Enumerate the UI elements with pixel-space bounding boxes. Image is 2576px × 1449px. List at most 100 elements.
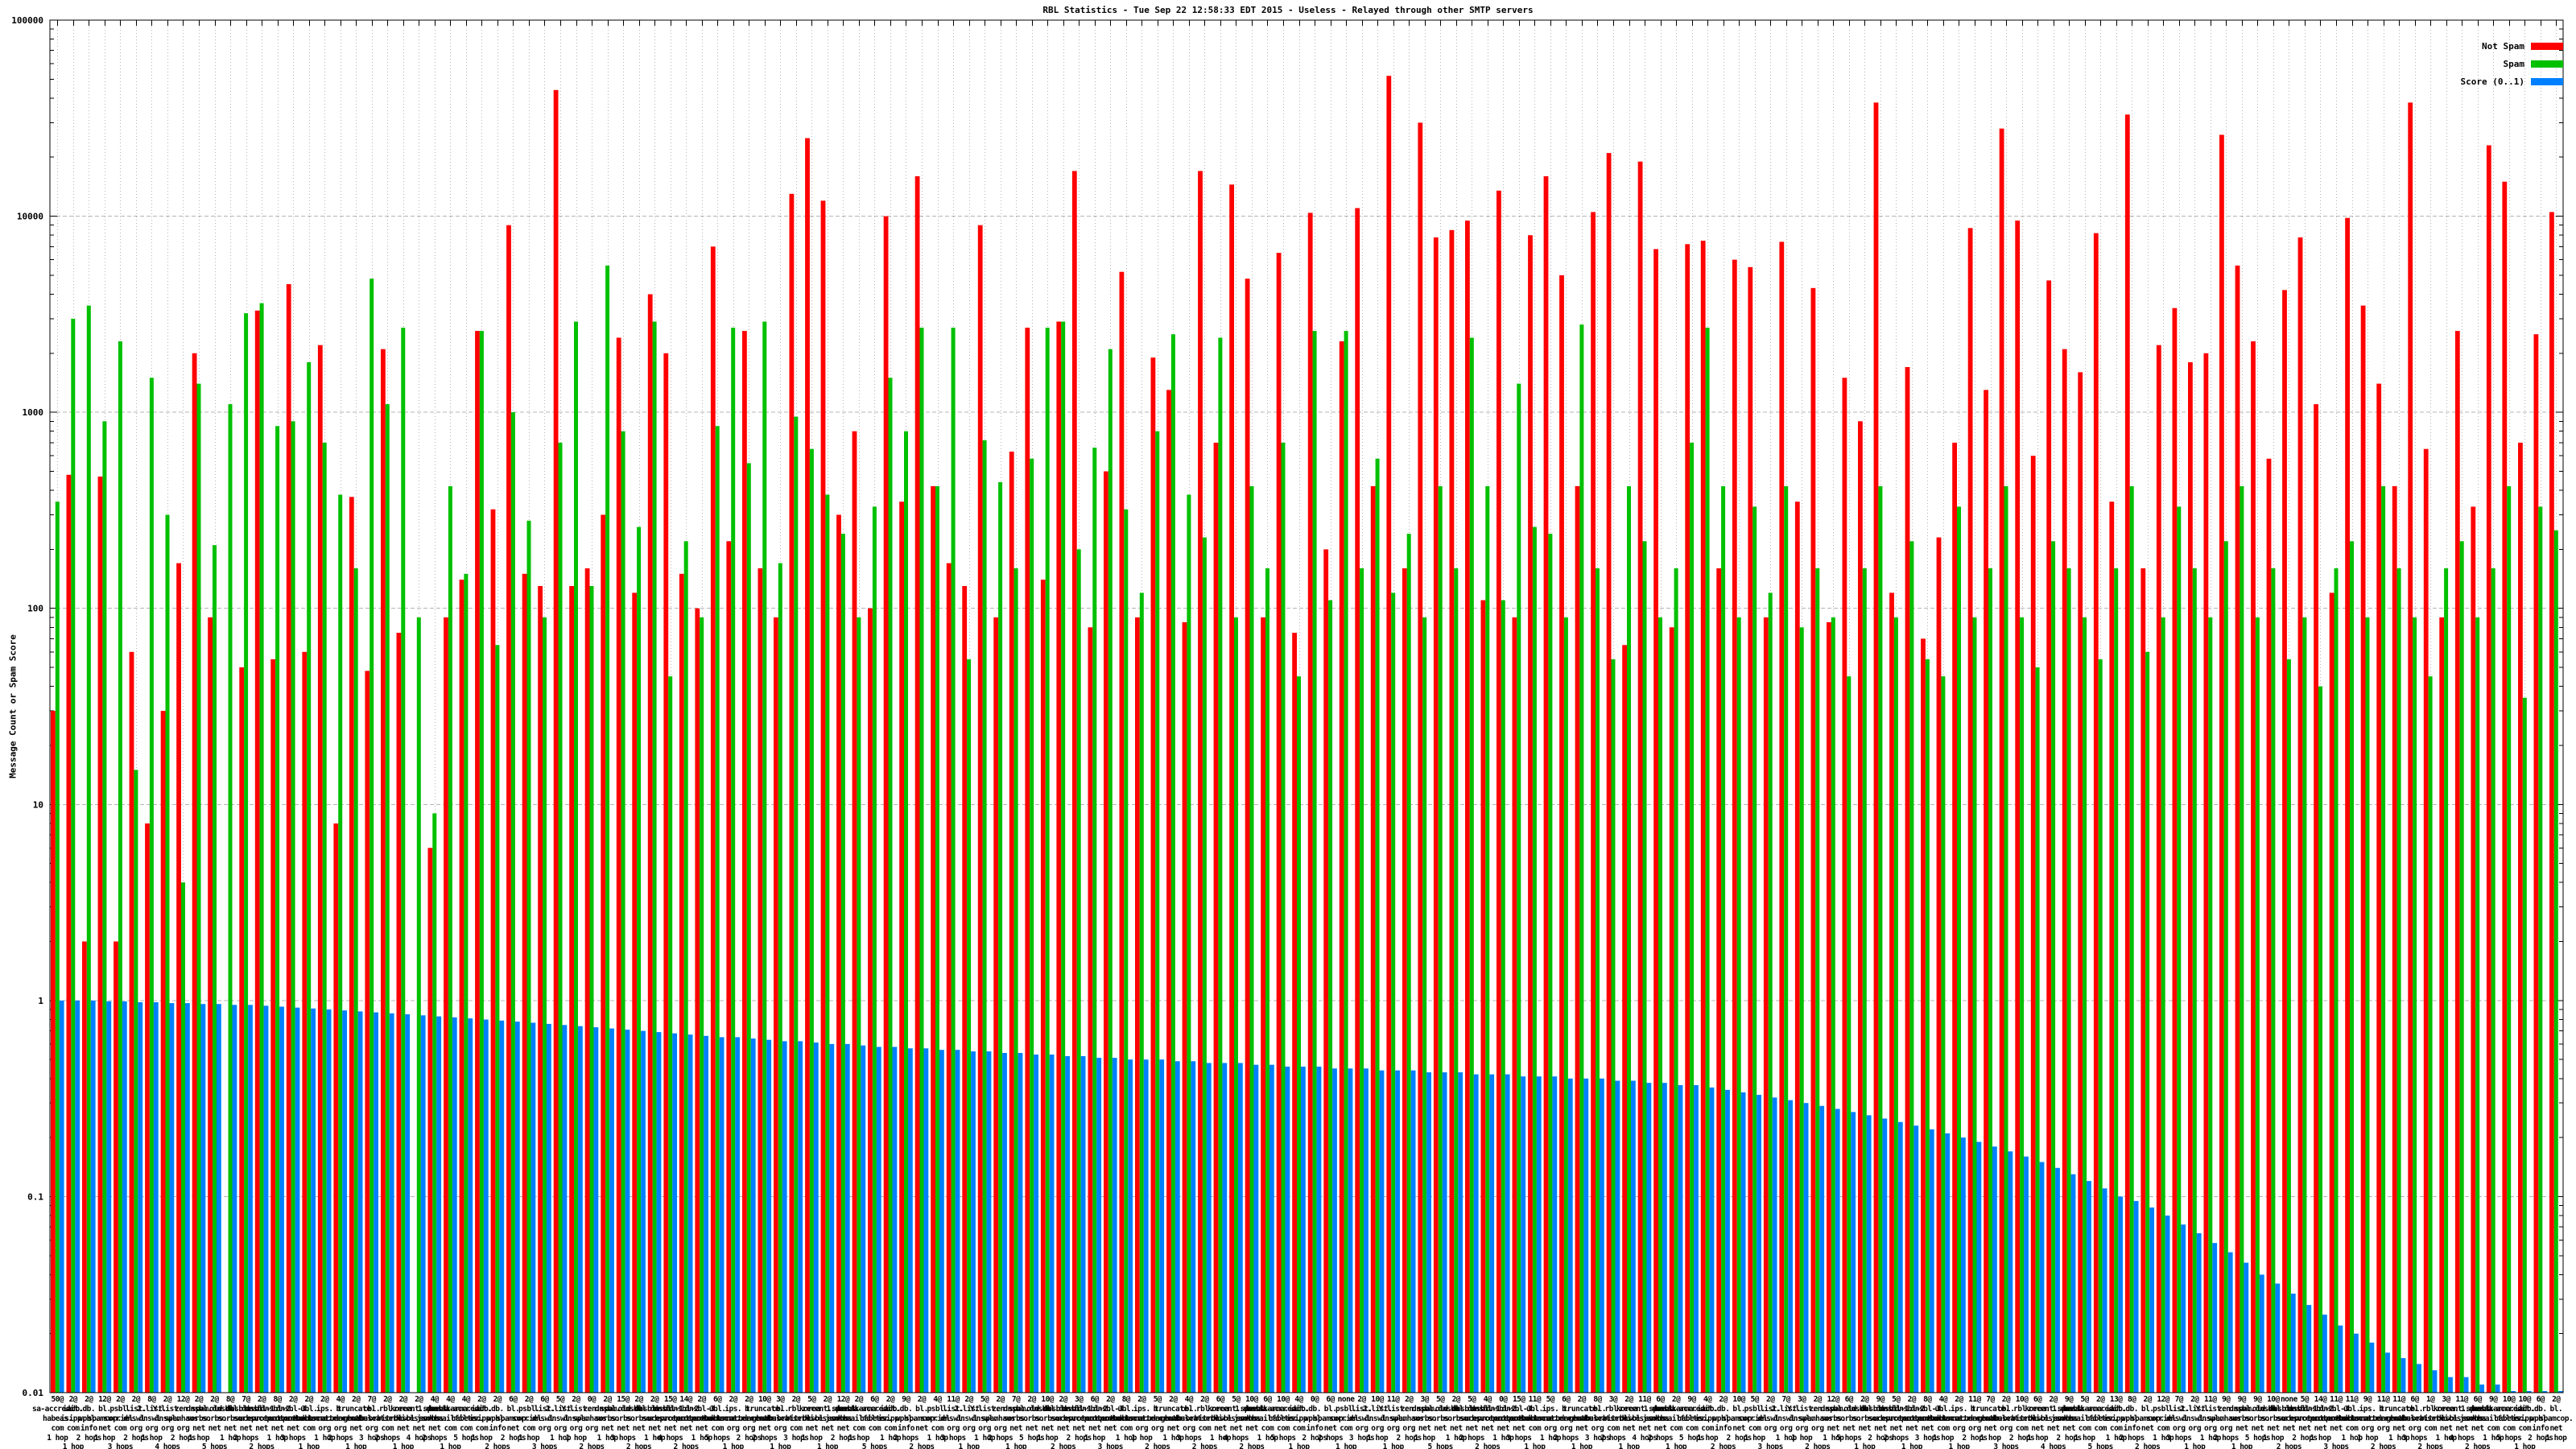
bar [616,337,621,1393]
x-tick-label: net [2267,1424,2280,1433]
x-tick-label: 8@ [2128,1395,2136,1404]
bar [1690,442,1695,1393]
bar [876,1046,881,1393]
bar [369,279,374,1393]
x-tick-label: 1 hop [2184,1443,2206,1449]
x-tick-label: ips. [1951,1405,1967,1414]
x-tick-label: 9@ [2253,1395,2262,1404]
x-tick-label: 2 hops [1711,1443,1736,1449]
x-tick-label: com [2157,1424,2169,1433]
bar [1364,1068,1368,1393]
bar [2133,1200,2139,1393]
bar [51,711,56,1393]
bar [2070,1174,2076,1393]
bar [2538,506,2543,1393]
x-tick-label: 3@ [1609,1395,1618,1404]
x-tick-label: 14@ [2314,1395,2327,1404]
bar [1071,171,1077,1393]
x-tick-label: net [2549,1424,2562,1433]
bar [1496,190,1501,1393]
bar [919,328,924,1393]
bar [951,328,956,1393]
x-tick-label: 2 hops [1318,1434,1343,1443]
x-tick-label: 1 hop [959,1443,980,1449]
x-tick-label: com [1120,1424,1133,1433]
x-tick-label: net [806,1424,819,1433]
x-tick-label: cbl. [1998,1405,2015,1414]
x-tick-label: org [318,1424,331,1433]
x-tick-label: net [696,1424,708,1433]
x-tick-label: 2@ [855,1395,864,1404]
x-tick-label: 1 hop [1383,1443,1405,1449]
bar [2156,345,2161,1393]
bar [1135,617,1140,1393]
x-tick-label: net [240,1424,253,1433]
bar [118,341,122,1393]
bar [1752,506,1757,1393]
x-tick-label: cbl. [2406,1405,2423,1414]
bar [2286,659,2291,1393]
y-tick-label: 1000 [23,407,44,418]
x-tick-label: 2 hops [1459,1434,1484,1443]
x-tick-label: com [1748,1424,1761,1433]
bar [1543,175,1549,1393]
bar [1600,1078,1604,1393]
bar [1076,549,1081,1393]
bar [1281,442,1286,1393]
x-tick-label: 7@ [1986,1395,1995,1404]
x-tick-label: org [1356,1424,1368,1433]
bar [1218,337,1223,1393]
x-tick-label: 10@ [1041,1395,1054,1404]
x-tick-label: 2@ [572,1395,580,1404]
bar [522,573,527,1393]
bar [2318,686,2322,1393]
x-tick-label: com [1199,1424,1212,1433]
x-tick-label: ubl. [300,1405,317,1414]
bar [1454,568,1459,1393]
bar [704,1035,708,1393]
x-tick-label: 2@ [792,1395,801,1404]
x-tick-label: 3 hops [940,1434,965,1443]
bar [2062,349,2067,1393]
x-tick-label: com [1340,1424,1352,1433]
bar [514,1022,520,1393]
x-tick-label: 1 hop [1666,1443,1687,1449]
bar [2244,1262,2249,1393]
bar [1779,242,1785,1393]
x-tick-label: 5@ [807,1395,816,1404]
bar [1794,502,1800,1393]
bar [1653,249,1658,1393]
x-tick-label: net [397,1424,410,1433]
bar [1410,1070,1416,1393]
bar [59,1000,64,1393]
x-tick-label: ubl. [2343,1405,2360,1414]
x-tick-label: cbl. [363,1405,380,1414]
x-tick-label: org [585,1424,598,1433]
x-tick-label: 1 hop [2514,1443,2536,1449]
bar [2549,212,2554,1393]
x-tick-label: 5@ [2301,1395,2310,1404]
x-tick-label: 3 hops [532,1443,557,1449]
x-tick-label: 12@ [2157,1395,2169,1404]
bar [1234,617,1238,1393]
x-tick-label: 2@ [1452,1395,1461,1404]
bar [798,1041,803,1393]
bar [844,1043,850,1393]
bar [1678,1085,1683,1393]
x-tick-label: 2 hops [1192,1443,1217,1449]
x-tick-label: 3 hops [610,1434,635,1443]
x-tick-label: 6@ [870,1395,879,1404]
x-tick-label: 1 hop [1084,1434,1106,1443]
bar [2533,334,2539,1393]
x-tick-label: org [2188,1424,2201,1433]
x-tick-label: 2@ [383,1395,392,1404]
x-tick-label: 2@ [195,1395,204,1404]
bar [2271,568,2276,1393]
x-tick-label: 2 hops [485,1443,510,1449]
bar [1705,328,1710,1393]
bar [2459,541,2464,1393]
bar [2417,1364,2421,1393]
bar [307,362,312,1393]
y-tick-label: 0.01 [23,1388,44,1398]
bar [2471,506,2476,1393]
